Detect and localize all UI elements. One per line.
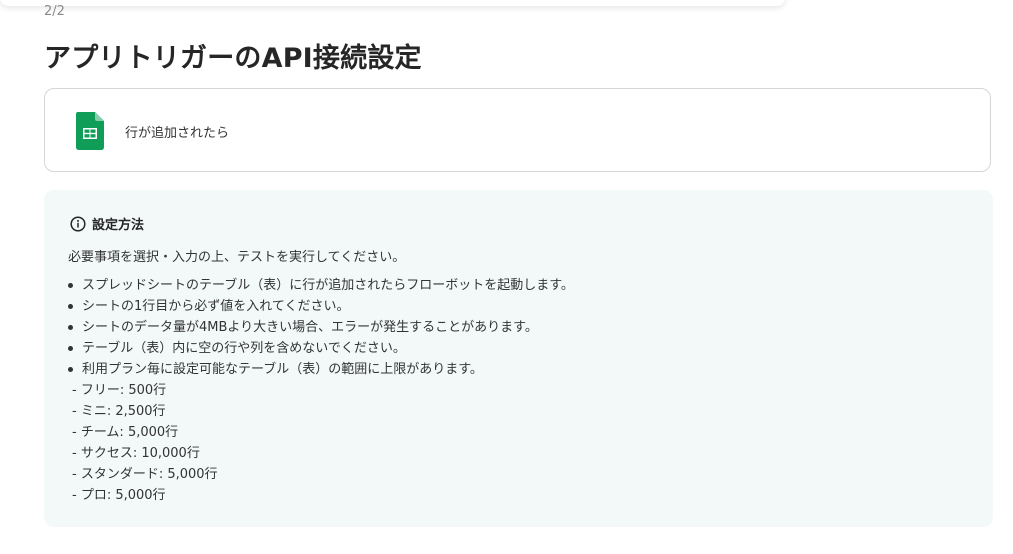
trigger-card[interactable]: 行が追加されたら xyxy=(44,88,991,172)
plan-limit-item: - スタンダード: 5,000行 xyxy=(72,467,218,482)
google-sheets-icon xyxy=(76,112,104,150)
list-item: 利用プラン毎に設定可能なテーブル（表）の範囲に上限があります。 xyxy=(68,359,574,380)
instructions-title: 設定方法 xyxy=(92,218,145,233)
plan-limit-item: - プロ: 5,000行 xyxy=(72,488,166,503)
plan-limit-item: - フリー: 500行 xyxy=(72,383,167,398)
trigger-label: 行が追加されたら xyxy=(125,126,230,141)
instructions-panel: 設定方法 必要事項を選択・入力の上、テストを実行してください。 スプレッドシート… xyxy=(44,190,993,527)
instructions-list: スプレッドシートのテーブル（表）に行が追加されたらフローボットを起動します。 シ… xyxy=(68,275,574,380)
instructions-intro: 必要事項を選択・入力の上、テストを実行してください。 xyxy=(68,250,406,265)
plan-limits-list: - フリー: 500行 - ミニ: 2,500行 - チーム: 5,000行 -… xyxy=(72,380,218,506)
plan-limit-item: - ミニ: 2,500行 xyxy=(72,404,166,419)
top-panel-edge xyxy=(0,0,785,6)
plan-limit-item: - チーム: 5,000行 xyxy=(72,425,179,440)
list-item: シートの1行目から必ず値を入れてください。 xyxy=(68,296,574,317)
instructions-heading: 設定方法 xyxy=(70,214,144,233)
plan-limit-item: - サクセス: 10,000行 xyxy=(72,446,200,461)
info-icon xyxy=(70,215,86,232)
list-item: テーブル（表）内に空の行や列を含めないでください。 xyxy=(68,338,574,359)
list-item: スプレッドシートのテーブル（表）に行が追加されたらフローボットを起動します。 xyxy=(68,275,574,296)
page-title: アプリトリガーのAPI接続設定 xyxy=(44,43,422,74)
list-item: シートのデータ量が4MBより大きい場合、エラーが発生することがあります。 xyxy=(68,317,574,338)
step-indicator: 2/2 xyxy=(44,4,65,19)
